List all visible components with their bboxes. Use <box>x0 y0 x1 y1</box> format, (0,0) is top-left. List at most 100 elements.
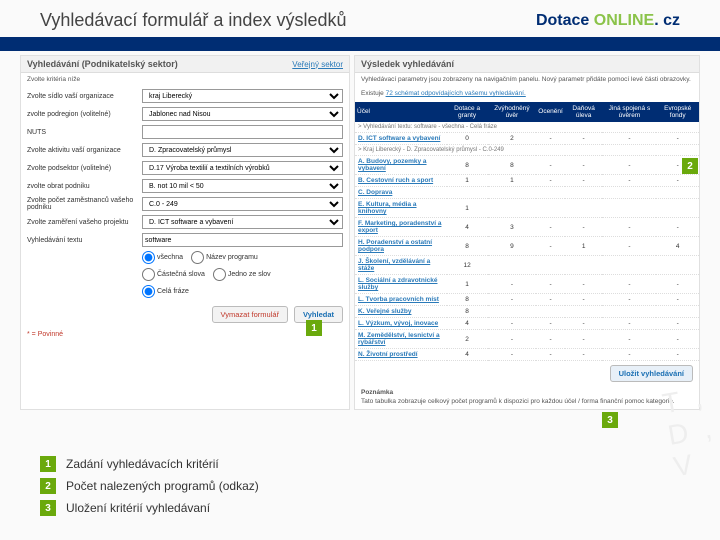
category-link[interactable]: B. Cestovní ruch a sport <box>358 177 433 184</box>
search-form-title: Vyhledávání (Podnikatelský sektor) <box>27 59 178 69</box>
cell-value: - <box>536 349 565 361</box>
cell-value: - <box>602 330 656 349</box>
search-form-subtitle: Zvolte kritéria níže <box>21 73 349 87</box>
input-nuts[interactable] <box>142 125 343 139</box>
cell-value: - <box>656 175 699 187</box>
cell-value: - <box>565 349 603 361</box>
cell-value: - <box>602 275 656 294</box>
category-link[interactable]: M. Zemědělství, lesnictví a rybářství <box>358 332 440 346</box>
cell-value <box>565 187 603 199</box>
category-link[interactable]: D. ICT software a vybavení <box>358 135 440 142</box>
table-row: M. Zemědělství, lesnictví a rybářství2--… <box>355 330 699 349</box>
select-podsektor[interactable]: D.17 Výroba textilií a textilních výrobk… <box>142 161 343 175</box>
group-heading: > Vyhledávání textu: software - všechna … <box>355 122 699 133</box>
cell-value: - <box>536 330 565 349</box>
cell-value: - <box>602 318 656 330</box>
cell-value: - <box>536 175 565 187</box>
cell-value <box>656 199 699 218</box>
table-row: J. Školení, vzdělávání a stáže12 <box>355 256 699 275</box>
cell-value <box>488 187 537 199</box>
table-row: N. Životní prostředí4----- <box>355 349 699 361</box>
callout-marker-1: 1 <box>306 320 322 336</box>
results-subtitle: Vyhledávací parametry jsou zobrazeny na … <box>355 73 699 87</box>
category-link[interactable]: C. Doprava <box>358 189 392 196</box>
cell-value <box>602 256 656 275</box>
legend-text-2: Počet nalezených programů (odkaz) <box>66 479 259 493</box>
category-link[interactable]: H. Poradenství a ostatní podpora <box>358 239 432 253</box>
cell-value: - <box>602 349 656 361</box>
cell-value: - <box>565 218 603 237</box>
select-sidlo[interactable]: kraj Liberecký <box>142 89 343 103</box>
cell-value <box>565 256 603 275</box>
category-link[interactable]: J. Školení, vzdělávání a stáže <box>358 258 430 272</box>
public-sector-link[interactable]: Veřejný sektor <box>292 60 343 69</box>
cell-value: - <box>602 294 656 306</box>
col-header: Ocenění <box>536 102 565 122</box>
required-note: * = Povinné <box>21 329 349 340</box>
category-link[interactable]: L. Tvorba pracovních míst <box>358 296 439 303</box>
select-obrat[interactable]: B. not 10 mil < 50 <box>142 179 343 193</box>
cell-value <box>602 187 656 199</box>
category-link[interactable]: A. Budovy, pozemky a vybavení <box>358 158 427 172</box>
category-link[interactable]: L. Výzkum, vývoj, inovace <box>358 320 438 327</box>
label-obrat: zvolte obrat podniku <box>27 183 142 190</box>
input-text[interactable] <box>142 233 343 247</box>
cell-value: - <box>488 318 537 330</box>
cell-value: - <box>488 349 537 361</box>
cell-value: - <box>536 133 565 145</box>
cell-value <box>656 187 699 199</box>
cell-value: 9 <box>488 237 537 256</box>
legend-num-2: 2 <box>40 478 56 494</box>
cell-value: - <box>565 275 603 294</box>
table-row: H. Poradenství a ostatní podpora89-1-4 <box>355 237 699 256</box>
radio-fraze[interactable] <box>142 285 155 298</box>
category-link[interactable]: N. Životní prostředí <box>358 351 418 358</box>
table-row: D. ICT software a vybavení02---- <box>355 133 699 145</box>
clear-button[interactable]: Vymazat formulář <box>212 306 289 323</box>
radio-vsechna[interactable] <box>142 251 155 264</box>
radio-jedno[interactable] <box>213 268 226 281</box>
cell-value: - <box>565 156 603 175</box>
table-row: L. Sociální a zdravotnické služby1----- <box>355 275 699 294</box>
col-header: Jiná spojená s úvěrem <box>602 102 656 122</box>
cell-value: 4 <box>447 349 488 361</box>
search-form-panel: Vyhledávání (Podnikatelský sektor) Veřej… <box>20 55 350 410</box>
select-podregion[interactable]: Jablonec nad Nisou <box>142 107 343 121</box>
cell-value <box>656 256 699 275</box>
cell-value: - <box>602 133 656 145</box>
category-link[interactable]: L. Sociální a zdravotnické služby <box>358 277 437 291</box>
cell-value: 8 <box>447 156 488 175</box>
cell-value <box>565 199 603 218</box>
table-row: K. Veřejné služby 8 <box>355 306 699 318</box>
brand-logo: Dotace ONLINE. cz <box>536 12 680 30</box>
cell-value: - <box>565 175 603 187</box>
col-header: Účel <box>355 102 447 122</box>
cell-value: - <box>488 330 537 349</box>
cell-value: - <box>536 218 565 237</box>
callout-marker-3: 3 <box>602 412 618 428</box>
cell-value <box>488 256 537 275</box>
cell-value <box>488 306 537 318</box>
cell-value: 8 <box>447 306 488 318</box>
schema-count-link[interactable]: 72 schémat odpovídajících vašemu vyhledá… <box>386 90 526 97</box>
category-link[interactable]: F. Marketing, poradenství a export <box>358 220 441 234</box>
select-aktivita[interactable]: D. Zpracovatelský průmysl <box>142 143 343 157</box>
category-link[interactable]: E. Kultura, média a knihovny <box>358 201 417 215</box>
col-header: Dotace a granty <box>447 102 488 122</box>
col-header: Daňová úleva <box>565 102 603 122</box>
select-zamestnanci[interactable]: C.0 - 249 <box>142 197 343 211</box>
callout-marker-2: 2 <box>682 158 698 174</box>
cell-value <box>565 306 603 318</box>
table-row: E. Kultura, média a knihovny1 <box>355 199 699 218</box>
radio-cast[interactable] <box>142 268 155 281</box>
select-zamereni[interactable]: D. ICT software a vybavení <box>142 215 343 229</box>
save-search-button[interactable]: Uložit vyhledávání <box>610 365 693 382</box>
cell-value <box>656 306 699 318</box>
category-link[interactable]: K. Veřejné služby <box>358 308 411 315</box>
results-table: ÚčelDotace a grantyZvýhodněný úvěrOceněn… <box>355 102 699 361</box>
cell-value: 8 <box>447 237 488 256</box>
cell-value <box>447 187 488 199</box>
cell-value: - <box>565 294 603 306</box>
cell-value: 8 <box>447 294 488 306</box>
radio-nazev[interactable] <box>191 251 204 264</box>
